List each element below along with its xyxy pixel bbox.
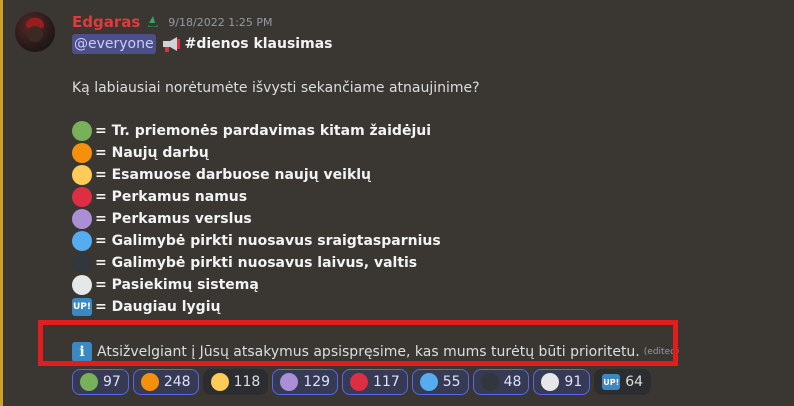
orange-circle-icon bbox=[140, 373, 159, 391]
black-circle-icon bbox=[480, 373, 499, 391]
role-badge-icon bbox=[148, 16, 159, 27]
option-label: = Galimybė pirkti nuosavus sraigtasparni… bbox=[95, 233, 441, 249]
purple-circle-icon bbox=[280, 373, 299, 391]
reaction-black-circle[interactable]: 48 bbox=[472, 369, 530, 395]
reaction-red-circle[interactable]: 117 bbox=[342, 369, 408, 395]
up-badge-icon: UP! bbox=[602, 374, 621, 390]
option-label: = Pasiekimų sistemą bbox=[95, 277, 259, 293]
orange-circle-icon bbox=[72, 143, 92, 163]
reaction-count: 91 bbox=[564, 374, 583, 390]
username[interactable]: Edgaras bbox=[72, 13, 140, 31]
option-item: = Pasiekimų sistemą bbox=[72, 275, 259, 295]
option-label: = Perkamus verslus bbox=[95, 211, 252, 227]
title-line: @everyone #dienos klausimas bbox=[72, 34, 332, 54]
blue-circle-icon bbox=[419, 373, 438, 391]
white-circle-icon bbox=[72, 275, 92, 295]
highlight-annotation-box bbox=[38, 320, 678, 366]
message-header: Edgaras 9/18/2022 1:25 PM bbox=[72, 12, 273, 32]
channel-title: #dienos klausimas bbox=[184, 36, 333, 52]
option-item: = Tr. priemonės pardavimas kitam žaidėju… bbox=[72, 121, 431, 141]
reaction-count: 48 bbox=[503, 374, 522, 390]
avatar-face bbox=[27, 26, 43, 42]
green-circle-icon bbox=[80, 373, 98, 391]
timestamp[interactable]: 9/18/2022 1:25 PM bbox=[168, 16, 272, 29]
reaction-green-circle[interactable]: 97 bbox=[72, 369, 129, 395]
option-item: = Galimybė pirkti nuosavus sraigtasparni… bbox=[72, 231, 441, 251]
option-item: = Naujų darbų bbox=[72, 143, 209, 163]
white-circle-icon bbox=[541, 373, 560, 391]
purple-circle-icon bbox=[72, 209, 92, 229]
reaction-up-badge[interactable]: UP! 64 bbox=[594, 369, 652, 395]
reaction-count: 97 bbox=[103, 374, 121, 390]
up-badge-icon: UP! bbox=[72, 298, 92, 316]
yellow-circle-icon bbox=[72, 165, 92, 185]
black-circle-icon bbox=[72, 253, 92, 273]
option-label: = Tr. priemonės pardavimas kitam žaidėju… bbox=[95, 123, 432, 139]
option-item: UP! = Daugiau lygių bbox=[72, 297, 220, 317]
megaphone-icon bbox=[162, 37, 180, 52]
red-circle-icon bbox=[350, 373, 369, 391]
yellow-circle-icon bbox=[210, 373, 229, 391]
reaction-count: 117 bbox=[373, 374, 400, 390]
option-label: = Naujų darbų bbox=[95, 145, 209, 161]
option-item: = Perkamus namus bbox=[72, 187, 247, 207]
option-label: = Esamuose darbuose naujų veiklų bbox=[95, 167, 372, 183]
reaction-bar: 97 248 118 129 117 55 48 91 UP! 64 bbox=[72, 369, 652, 395]
option-label: = Daugiau lygių bbox=[95, 299, 221, 315]
reaction-blue-circle[interactable]: 55 bbox=[411, 369, 469, 395]
option-label: = Perkamus namus bbox=[95, 189, 248, 205]
green-circle-icon bbox=[72, 121, 92, 141]
option-item: = Perkamus verslus bbox=[72, 209, 252, 229]
option-item: = Galimybė pirkti nuosavus laivus, valti… bbox=[72, 253, 417, 273]
question-text: Ką labiausiai norėtumėte išvysti sekanči… bbox=[72, 80, 480, 96]
option-item: = Esamuose darbuose naujų veiklų bbox=[72, 165, 371, 185]
avatar[interactable] bbox=[15, 12, 55, 52]
everyone-mention[interactable]: @everyone bbox=[72, 34, 156, 54]
reaction-yellow-circle[interactable]: 118 bbox=[202, 369, 269, 395]
option-label: = Galimybė pirkti nuosavus laivus, valti… bbox=[95, 255, 418, 271]
question-line: Ką labiausiai norėtumėte išvysti sekanči… bbox=[72, 78, 480, 98]
reaction-count: 248 bbox=[163, 374, 191, 390]
reaction-count: 118 bbox=[233, 374, 261, 390]
blue-circle-icon bbox=[72, 231, 92, 251]
reaction-orange-circle[interactable]: 248 bbox=[132, 369, 199, 395]
red-circle-icon bbox=[72, 187, 92, 207]
reaction-count: 64 bbox=[625, 374, 644, 390]
reaction-count: 55 bbox=[442, 374, 461, 390]
reaction-count: 129 bbox=[303, 374, 331, 390]
reaction-purple-circle[interactable]: 129 bbox=[272, 369, 339, 395]
mention-highlight-bar bbox=[0, 0, 3, 406]
reaction-white-circle[interactable]: 91 bbox=[533, 369, 591, 395]
